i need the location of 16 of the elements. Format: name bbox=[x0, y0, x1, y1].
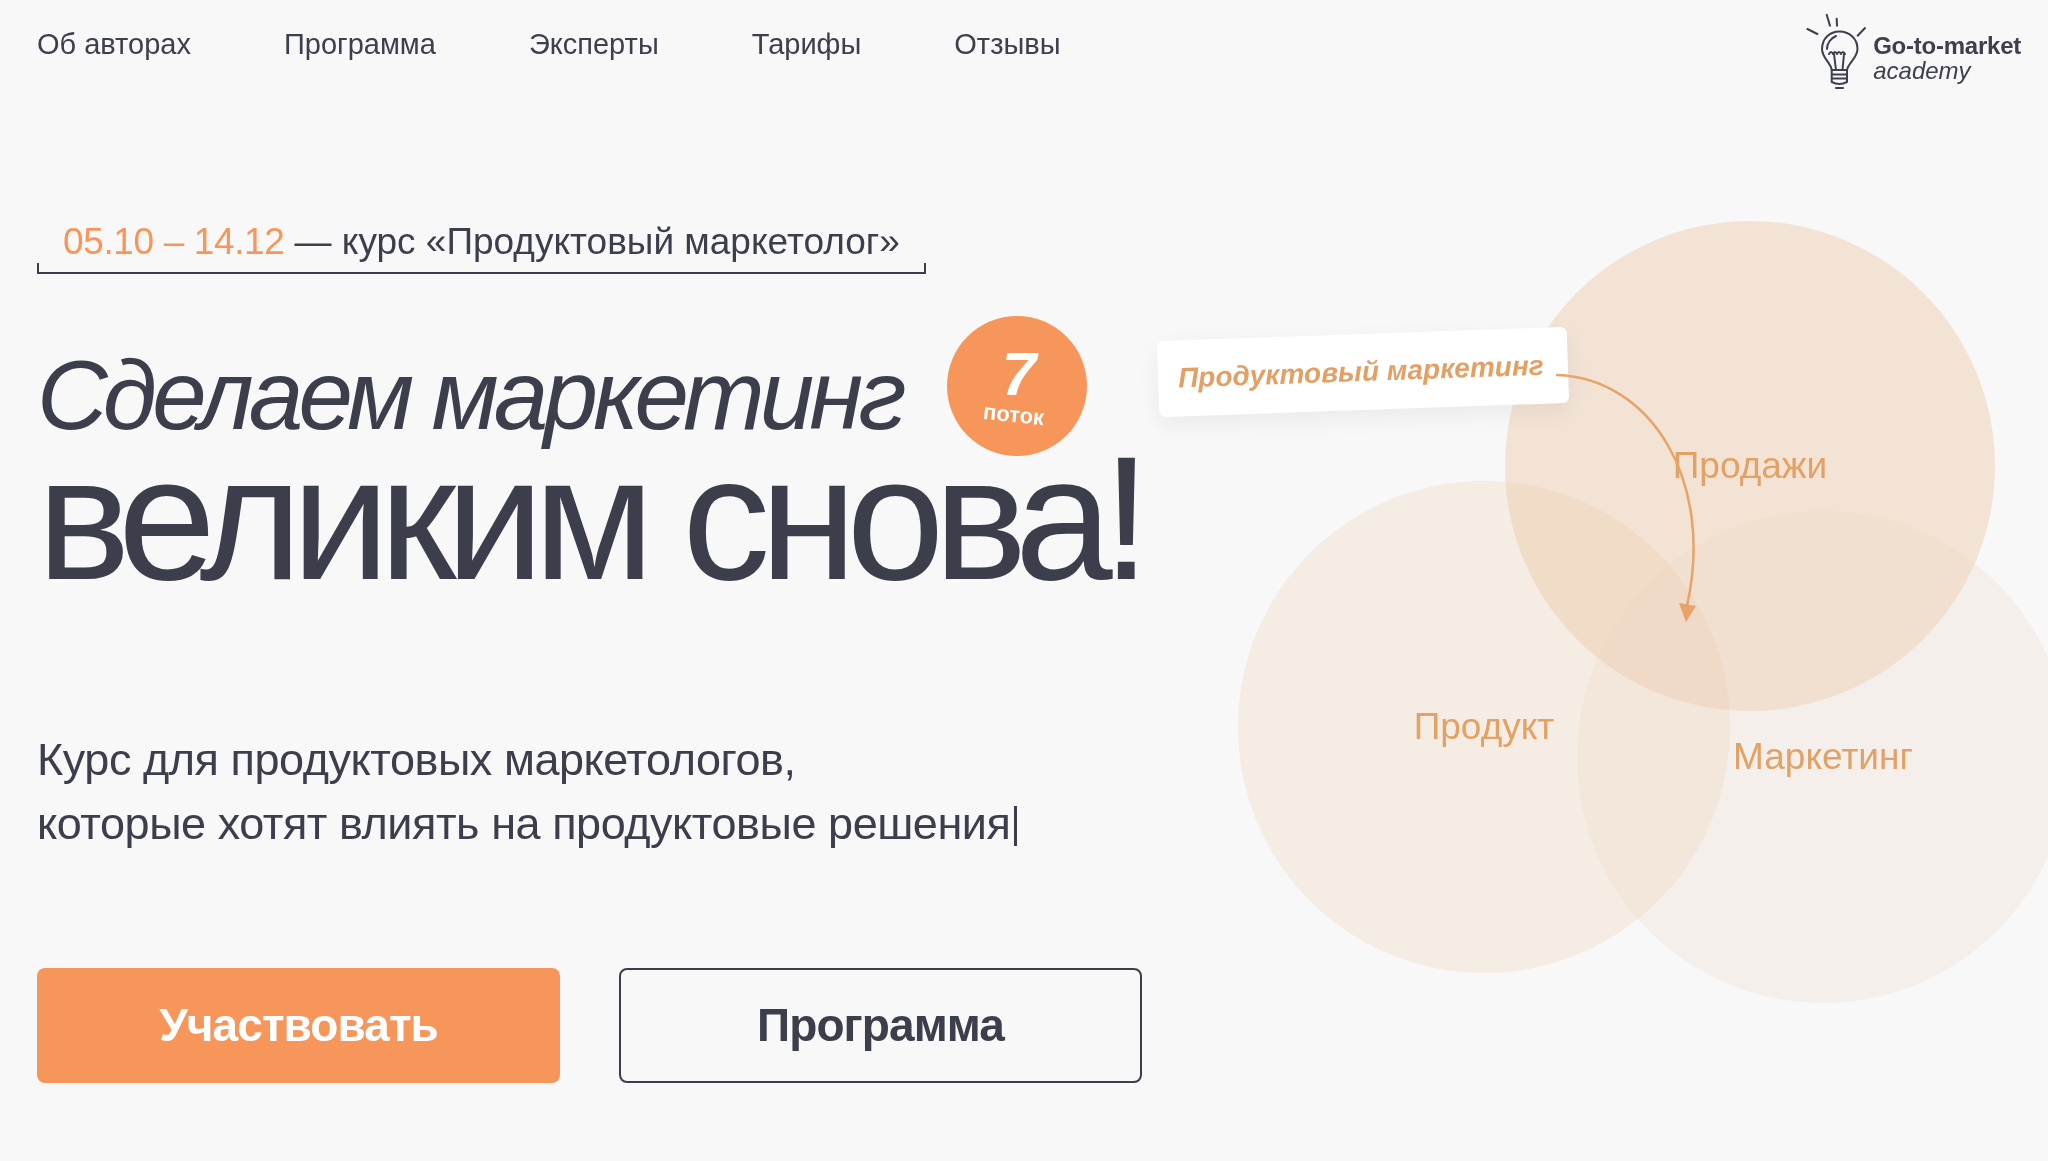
hero-subtitle: Курс для продуктовых маркетологов, которые хотят влиять на продуктовые решения bbox=[37, 733, 1011, 851]
text-cursor bbox=[1014, 806, 1018, 846]
course-dates: 05.10 – 14.12 bbox=[63, 221, 285, 263]
tag-label: Продуктовый маркетинг bbox=[1177, 348, 1546, 396]
circle-label: Маркетинг bbox=[1733, 735, 1913, 779]
nav-link[interactable]: Отзывы bbox=[954, 26, 1061, 62]
logo-subtitle: academy bbox=[1873, 58, 1973, 83]
logo-title: Go-to-market bbox=[1873, 32, 2021, 59]
nav-link[interactable]: Программа bbox=[283, 26, 436, 62]
nav-link[interactable]: Тарифы bbox=[751, 26, 862, 62]
lightbulb-icon bbox=[1805, 13, 1868, 92]
nav-link[interactable]: Эксперты bbox=[528, 26, 659, 62]
course-title: — курс «Продуктовый маркетолог» bbox=[294, 221, 900, 263]
circle-label: Продукт bbox=[1413, 705, 1555, 749]
program-button[interactable]: Программа bbox=[619, 968, 1142, 1083]
nav-link[interactable]: Об авторах bbox=[37, 26, 191, 62]
